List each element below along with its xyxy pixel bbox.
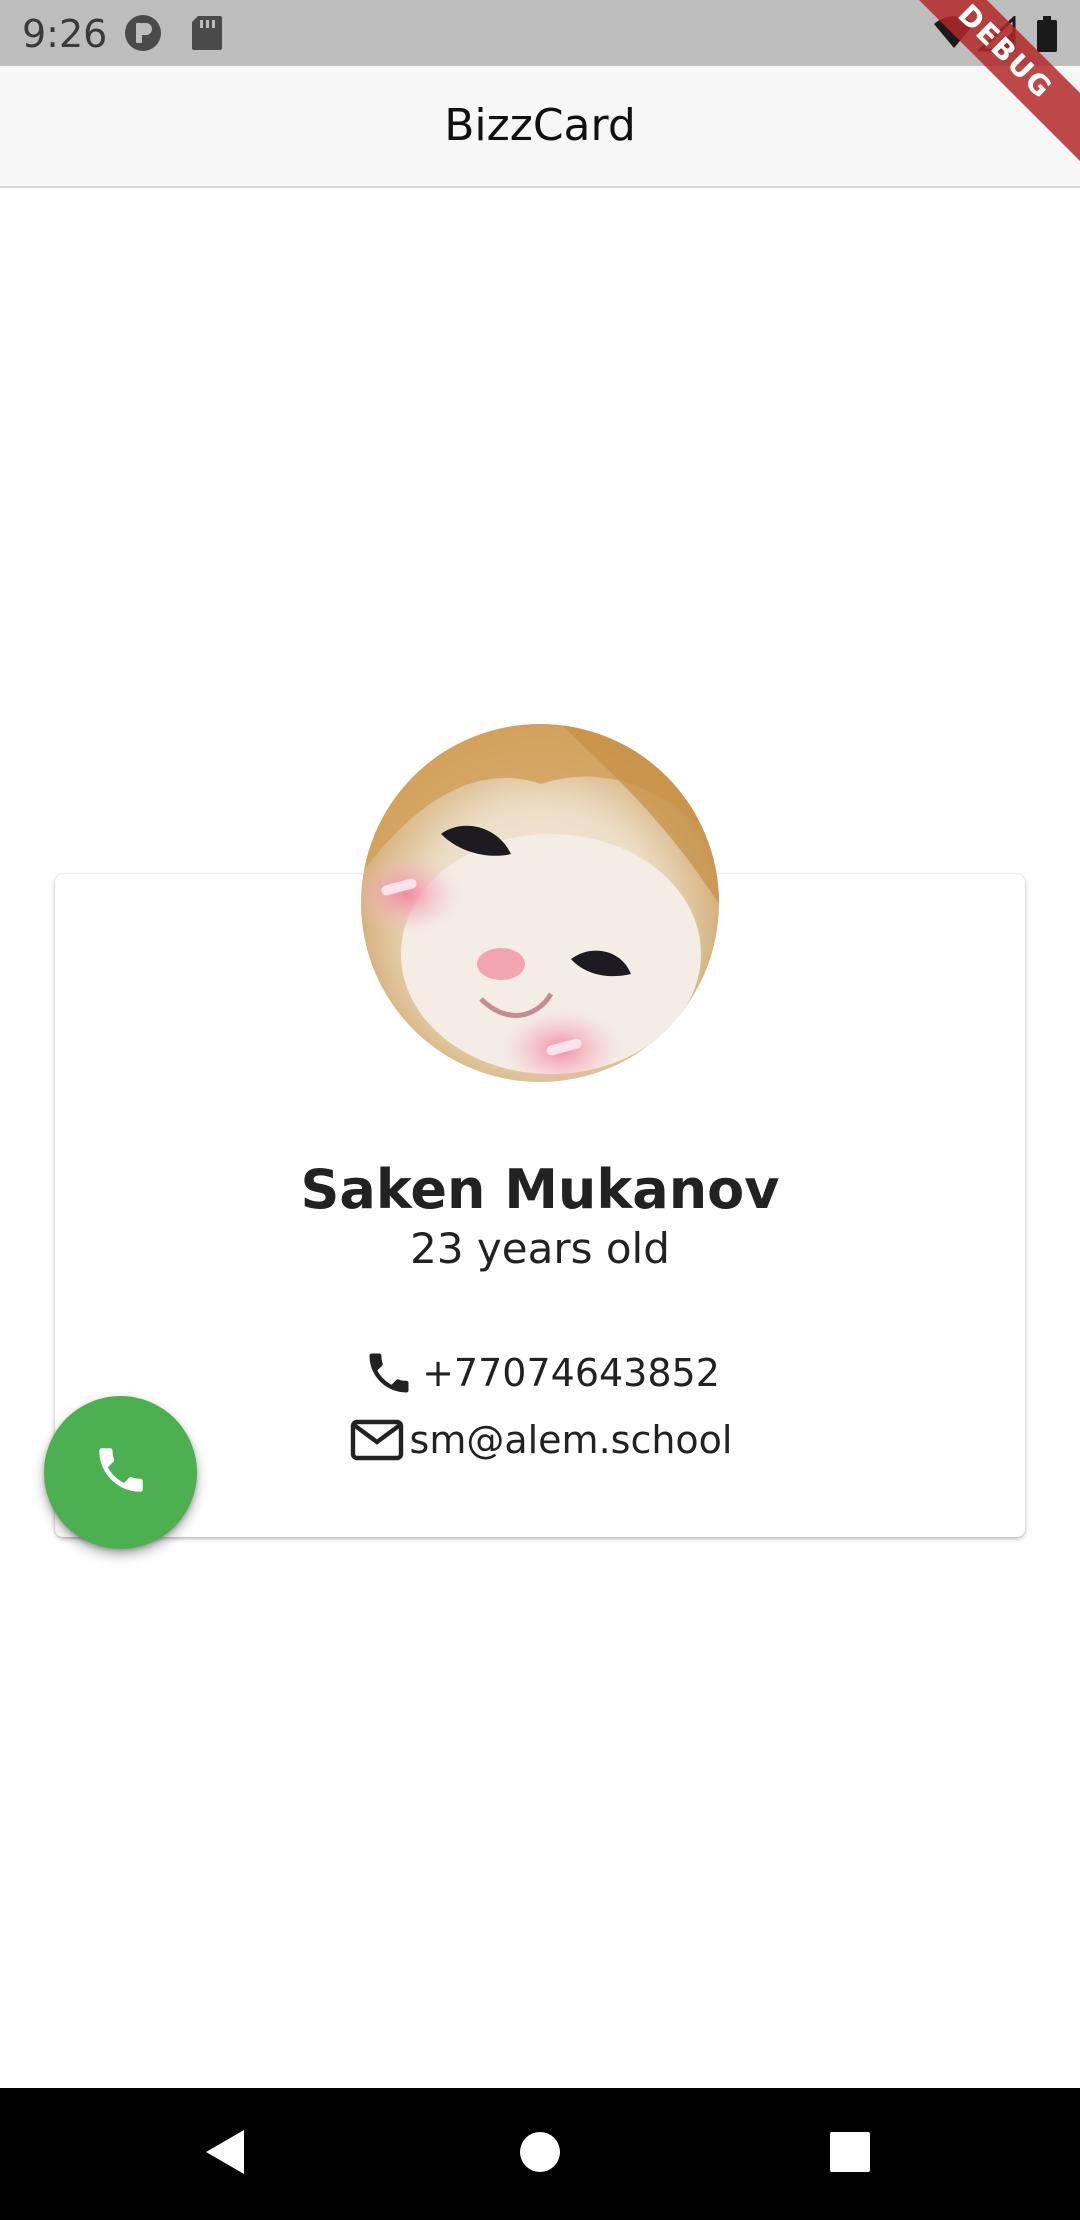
app-bar: BizzCard (0, 66, 1080, 188)
recents-button[interactable] (790, 2088, 910, 2220)
call-fab-button[interactable] (44, 1396, 197, 1549)
avatar (361, 724, 719, 1082)
battery-icon (1036, 16, 1058, 57)
recents-icon (829, 2131, 871, 2178)
nav-bar (0, 2088, 1080, 2220)
screen: 9:26 DEBUG BizzCard Saken Mukanov 23 yea… (0, 0, 1080, 2220)
phone-text[interactable]: +77074643852 (422, 1351, 720, 1395)
phone-icon (92, 1441, 150, 1504)
app-title: BizzCard (444, 100, 636, 151)
status-bar: 9:26 (0, 0, 1080, 66)
phone-row: +77074643852 (0, 1345, 1080, 1401)
sd-card-icon (190, 14, 228, 52)
email-text[interactable]: sm@alem.school (410, 1418, 733, 1462)
back-button[interactable] (166, 2088, 286, 2220)
record-icon (124, 14, 162, 52)
profile-age: 23 years old (410, 1224, 670, 1273)
home-icon (519, 2131, 561, 2178)
profile-name: Saken Mukanov (300, 1158, 780, 1221)
cat-avatar-icon (361, 724, 719, 1082)
status-time: 9:26 (22, 12, 108, 56)
email-icon (348, 1412, 406, 1468)
phone-icon (360, 1345, 418, 1401)
home-button[interactable] (480, 2088, 600, 2220)
back-icon (204, 2128, 248, 2181)
